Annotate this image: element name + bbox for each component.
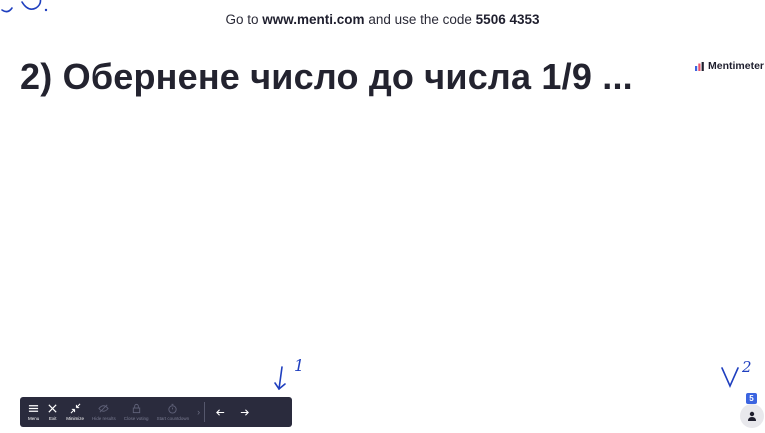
eye-off-icon <box>98 404 110 413</box>
toolbar-divider <box>204 402 206 422</box>
voting-code: 5506 4353 <box>475 12 540 27</box>
presenter-toolbar: Menu Exit Minimize Hide results Close vo… <box>20 397 292 427</box>
hide-results-label: Hide results <box>92 416 116 421</box>
close-voting-label: Close voting <box>123 416 149 421</box>
mentimeter-logo: Mentimeter <box>695 60 765 72</box>
menti-url[interactable]: www.menti.com <box>262 12 364 27</box>
timer-icon <box>168 403 177 414</box>
hamburger-icon <box>29 405 39 412</box>
exit-button[interactable]: Exit <box>47 399 58 425</box>
minimize-label: Minimize <box>66 416 85 421</box>
close-icon <box>48 404 57 413</box>
handwritten-arrow-annotation: 1 <box>274 356 304 391</box>
mentimeter-logo-icon <box>695 61 704 71</box>
chevron-right-icon: › <box>197 407 201 417</box>
slide-title: 2) Обернене число до числа 1/9 ... <box>20 56 633 97</box>
hide-results-button[interactable]: Hide results <box>92 399 116 425</box>
annotation-mark-2: 2 <box>741 358 752 376</box>
handwritten-check-annotation: 2 <box>721 358 752 388</box>
minimize-icon <box>70 403 81 414</box>
participant-count-badge: 5 <box>746 393 757 404</box>
exit-label: Exit <box>49 416 57 421</box>
arrow-left-icon <box>215 408 224 416</box>
previous-slide-button[interactable] <box>213 402 227 422</box>
start-countdown-button[interactable]: Start countdown <box>156 399 190 425</box>
minimize-button[interactable]: Minimize <box>66 399 84 425</box>
brand-name: Mentimeter <box>708 60 765 72</box>
arrow-right-icon <box>240 408 249 416</box>
lock-icon <box>132 403 140 414</box>
join-instructions: Go to www.menti.com and use the code 550… <box>0 12 765 27</box>
instr-prefix: Go to <box>225 12 259 27</box>
instr-middle: and use the code <box>368 12 472 27</box>
start-countdown-label: Start countdown <box>156 416 190 421</box>
next-slide-button[interactable] <box>237 402 251 422</box>
close-voting-button[interactable]: Close voting <box>124 399 149 425</box>
person-icon <box>748 411 756 421</box>
participants-button[interactable] <box>740 404 764 428</box>
menu-button[interactable]: Menu <box>28 399 39 425</box>
menu-label: Menu <box>28 416 40 421</box>
annotation-mark-1: 1 <box>294 356 304 375</box>
